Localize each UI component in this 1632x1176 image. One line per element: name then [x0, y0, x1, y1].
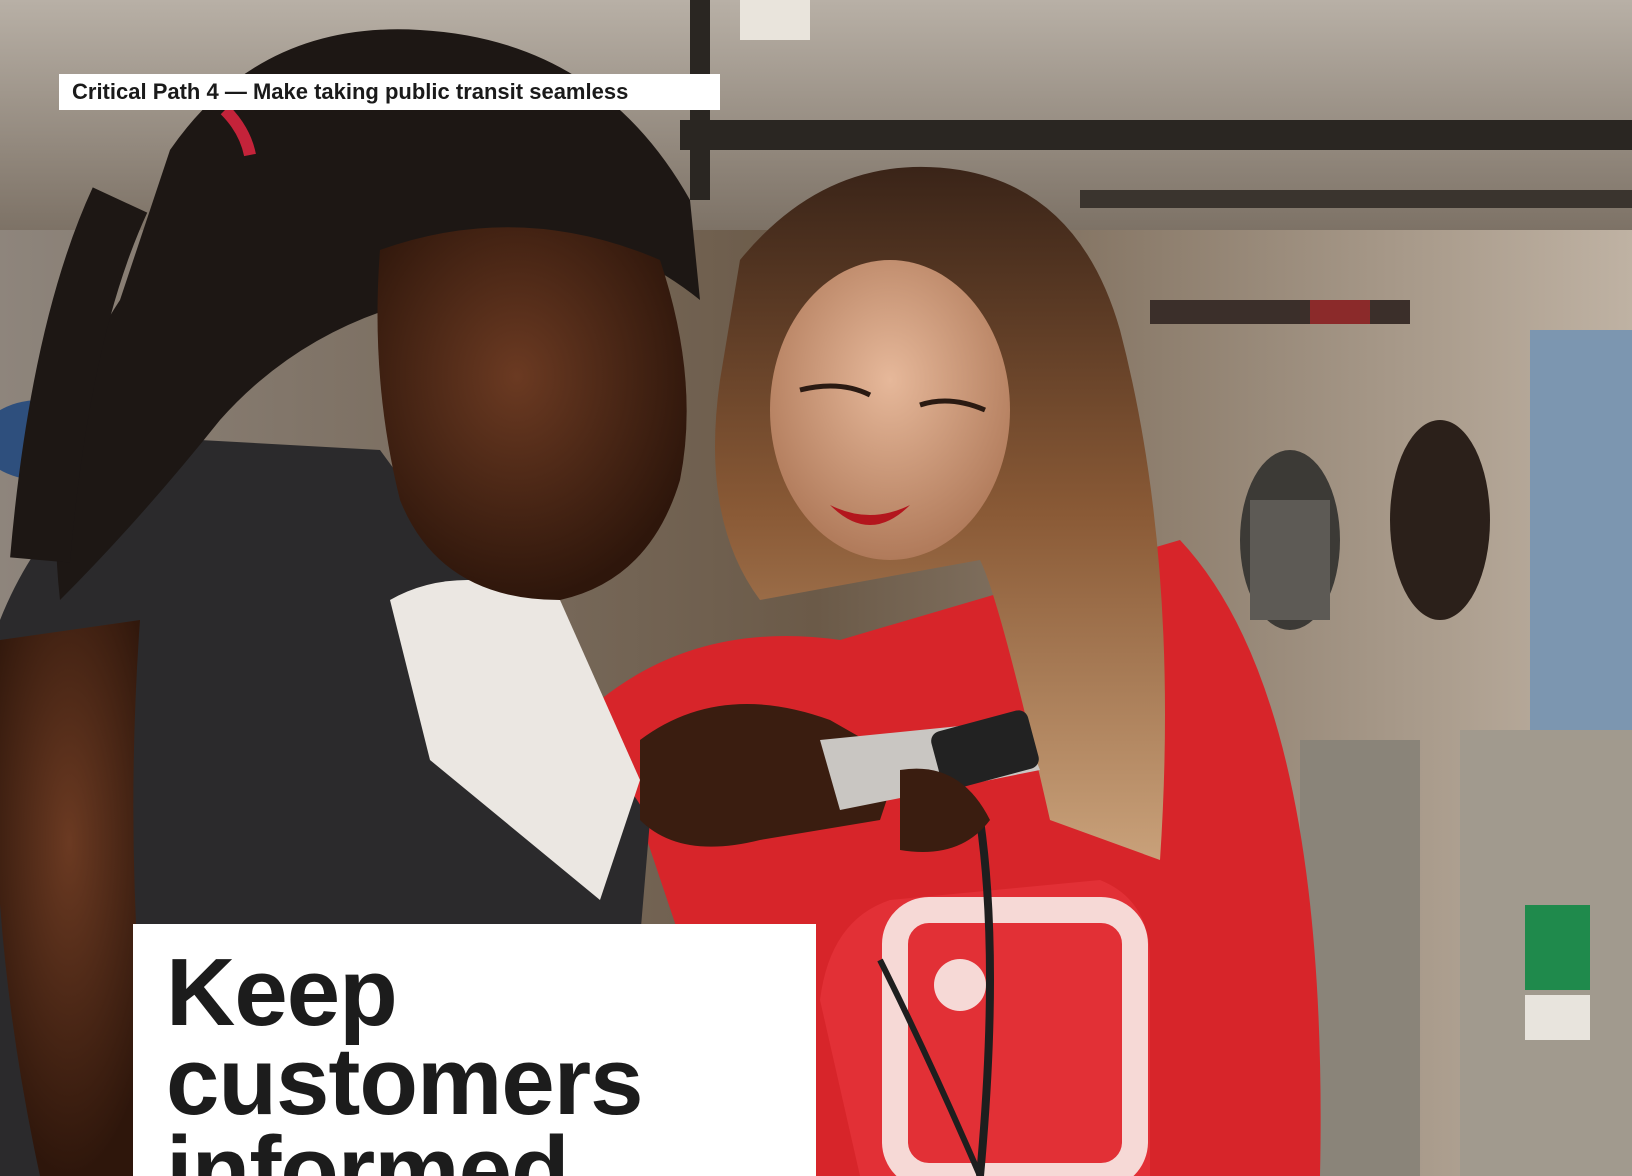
headline-title: Keep customers informed	[166, 939, 644, 1176]
headline-box: Keep customers informed	[133, 924, 816, 1176]
section-label: Critical Path 4 — Make taking public tra…	[59, 74, 720, 110]
